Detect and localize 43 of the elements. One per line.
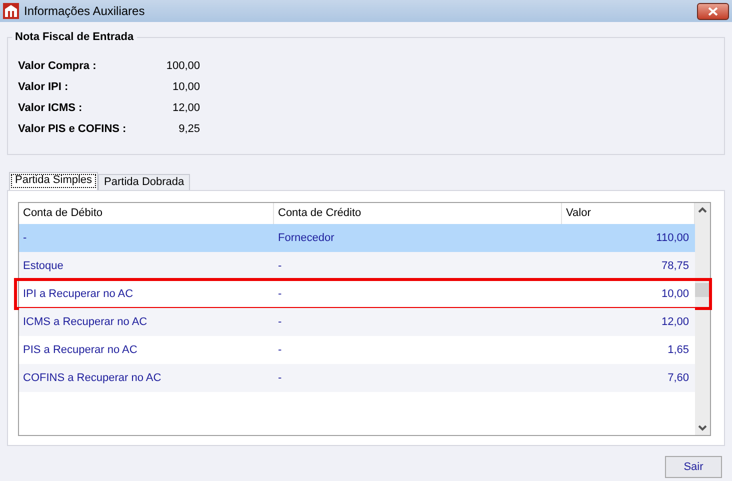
field-label: Valor ICMS :	[18, 101, 84, 116]
table-row[interactable]: Estoque - 78,75	[19, 252, 695, 280]
field-value: 12,00	[171, 101, 200, 116]
field-value: 9,25	[178, 122, 200, 138]
field-label: Valor IPI :	[18, 80, 70, 96]
table-row[interactable]: COFINS a Recuperar no AC - 7,60	[19, 364, 695, 392]
tab[interactable]: Partida Simples	[9, 172, 98, 190]
table-cell-text: 110,00	[655, 230, 690, 246]
table-cell-text: Estoque	[22, 258, 64, 274]
close-icon	[708, 6, 718, 16]
exit-button[interactable]: Sair	[665, 456, 722, 478]
scroll-thumb[interactable]	[695, 283, 710, 297]
table-cell-text: 1,65	[666, 342, 690, 358]
table-row[interactable]: - Fornecedor 110,00	[19, 224, 695, 252]
table-cell-text: -	[277, 314, 283, 330]
table-cell-text: 7,60	[666, 370, 690, 386]
field-value: 10,00	[171, 80, 200, 96]
table-cell-text: ICMS a Recuperar no AC	[22, 314, 148, 330]
window-title: Informações Auxiliares	[24, 3, 145, 20]
table-cell-text: PIS a Recuperar no AC	[22, 342, 138, 358]
table-cell-text: 12,00	[660, 314, 690, 330]
scroll-down-icon[interactable]	[698, 425, 707, 431]
close-button[interactable]	[697, 2, 729, 20]
app-logo-icon	[3, 3, 19, 19]
table-cell-text: -	[277, 370, 283, 386]
tab[interactable]: Partida Dobrada	[98, 174, 190, 190]
field-label: Valor Compra :	[18, 59, 98, 74]
table-row[interactable]: ICMS a Recuperar no AC - 12,00	[19, 308, 695, 336]
scroll-up-icon[interactable]	[698, 207, 707, 213]
scrollbar[interactable]	[695, 203, 710, 435]
table-cell-text: IPI a Recuperar no AC	[22, 286, 134, 302]
table-cell-text: -	[277, 258, 283, 274]
table-cell-text: -	[22, 230, 28, 246]
field-label: Valor PIS e COFINS :	[18, 122, 128, 138]
table-row[interactable]: IPI a Recuperar no AC - 10,00	[16, 280, 710, 308]
table-cell-text: COFINS a Recuperar no AC	[22, 370, 162, 386]
table-row[interactable]: PIS a Recuperar no AC - 1,65	[19, 336, 695, 364]
table-cell-text: 78,75	[660, 258, 690, 274]
table-cell-text: 10,00	[660, 286, 690, 302]
table-cell-text: Fornecedor	[277, 230, 336, 246]
table-cell-text: -	[277, 286, 283, 302]
table-cell-text: -	[277, 342, 283, 358]
field-value: 100,00	[165, 59, 200, 74]
